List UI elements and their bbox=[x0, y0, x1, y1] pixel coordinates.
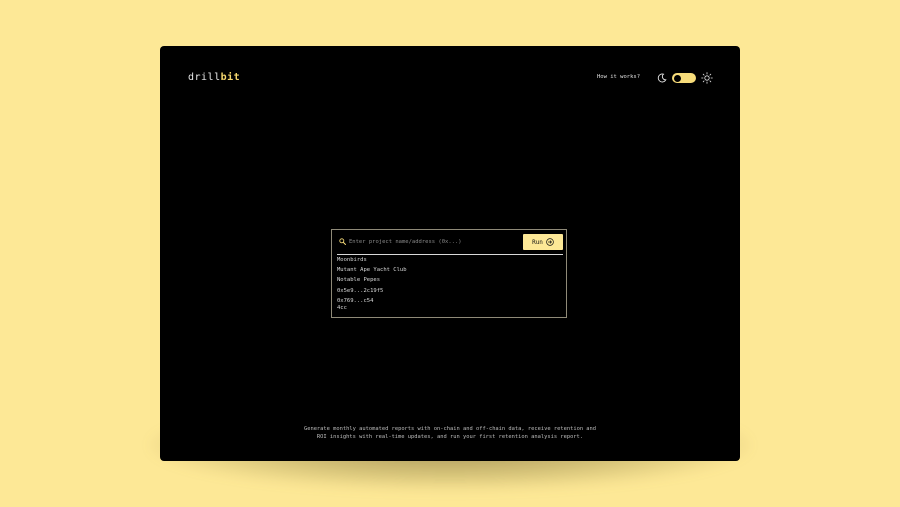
suggestion-list: Moonbirds Mutant Ape Yacht Club Notable … bbox=[337, 257, 537, 315]
suggestion-item[interactable]: Moonbirds bbox=[337, 257, 537, 265]
footer-line-1: Generate monthly automated reports with … bbox=[303, 426, 597, 432]
search-row: Run bbox=[338, 233, 564, 251]
footer-description: Generate monthly automated reports with … bbox=[250, 425, 650, 441]
sun-icon bbox=[701, 72, 713, 84]
search-input[interactable] bbox=[349, 235, 519, 249]
search-divider bbox=[337, 254, 563, 255]
search-icon bbox=[339, 238, 346, 245]
logo-prefix: drill bbox=[188, 72, 221, 83]
logo-accent: bit bbox=[220, 72, 241, 83]
suggestion-item[interactable]: Mutant Ape Yacht Club bbox=[337, 267, 537, 275]
suggestion-item[interactable]: 0x769...c54 4cc bbox=[337, 298, 377, 313]
run-label: Run bbox=[532, 238, 543, 246]
moon-icon bbox=[657, 73, 667, 83]
toggle-knob bbox=[673, 74, 681, 82]
search-panel: Run Moonbirds Mutant Ape Yacht Club Nota… bbox=[331, 229, 567, 318]
footer-line-2: ROI insights with real-time updates, and… bbox=[316, 434, 584, 440]
theme-toggle[interactable] bbox=[672, 73, 696, 83]
run-button[interactable]: Run bbox=[523, 234, 563, 250]
arrow-right-circle-icon bbox=[546, 238, 554, 246]
suggestion-item[interactable]: Notable Pepes bbox=[337, 277, 537, 285]
how-it-works-link[interactable]: How it works? bbox=[597, 74, 640, 80]
app-window: drillbit How it works? Run bbox=[160, 46, 740, 461]
logo[interactable]: drillbit bbox=[188, 72, 240, 83]
suggestion-item[interactable]: 0x5e9...2c19f5 bbox=[337, 288, 537, 296]
